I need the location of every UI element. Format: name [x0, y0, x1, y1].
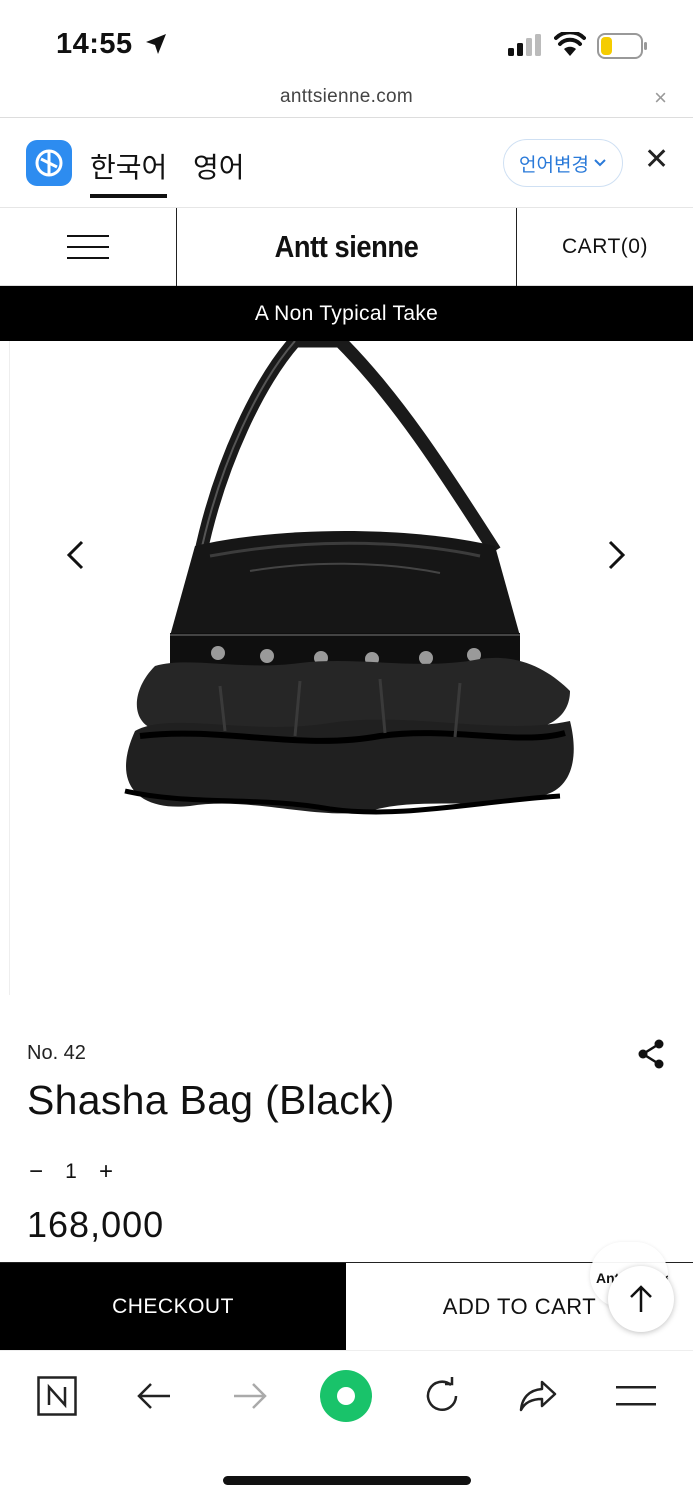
quantity-stepper: − 1 +	[25, 1158, 117, 1186]
tagline-banner: A Non Typical Take	[0, 286, 693, 341]
quantity-value[interactable]: 1	[47, 1160, 95, 1184]
share-icon[interactable]	[637, 1039, 665, 1069]
green-dot-icon	[320, 1370, 372, 1422]
url-text: anttsienne.com	[279, 86, 414, 107]
green-dot-button[interactable]	[316, 1370, 376, 1422]
close-page-icon[interactable]: ×	[654, 85, 667, 111]
home-indicator[interactable]	[223, 1476, 471, 1485]
address-bar[interactable]: anttsienne.com ×	[0, 80, 693, 118]
product-title: Shasha Bag (Black)	[27, 1077, 395, 1123]
menu-lines-icon	[616, 1386, 656, 1406]
previous-image-arrow-icon[interactable]	[62, 539, 90, 571]
tab-korean[interactable]: 한국어	[90, 146, 168, 198]
scroll-to-top-button[interactable]	[608, 1266, 674, 1332]
location-arrow-icon	[146, 34, 166, 54]
close-translate-icon[interactable]: ✕	[644, 145, 669, 175]
product-gallery	[0, 341, 693, 995]
change-language-label: 언어변경	[519, 154, 589, 176]
forward-button[interactable]	[220, 1371, 280, 1421]
arrow-up-icon	[630, 1285, 652, 1312]
back-button[interactable]	[124, 1371, 184, 1421]
checkout-button[interactable]: CHECKOUT	[0, 1263, 346, 1351]
naver-n-icon	[37, 1376, 77, 1416]
next-image-arrow-icon[interactable]	[602, 539, 630, 571]
share-arrow-icon	[519, 1380, 557, 1412]
product-image[interactable]	[100, 341, 593, 831]
quantity-increase-button[interactable]: +	[95, 1158, 117, 1186]
forward-arrow-icon	[234, 1383, 267, 1409]
translate-bar: 한국어 영어 언어변경 ✕	[0, 118, 693, 208]
share-page-button[interactable]	[508, 1371, 568, 1421]
site-header: Antt sienne CART(0)	[0, 208, 693, 286]
wifi-icon	[554, 32, 586, 56]
hamburger-menu-icon	[67, 235, 109, 259]
status-bar: 14:55	[0, 0, 693, 86]
menu-button[interactable]	[0, 208, 177, 286]
back-arrow-icon	[137, 1383, 170, 1409]
tab-english[interactable]: 영어	[193, 146, 245, 186]
cart-link[interactable]: CART(0)	[516, 208, 693, 286]
reload-button[interactable]	[412, 1371, 472, 1421]
site-logo[interactable]: Antt sienne	[197, 208, 495, 286]
browser-menu-button[interactable]	[606, 1371, 666, 1421]
chevron-down-icon	[594, 159, 606, 167]
naver-home-button[interactable]	[27, 1371, 87, 1421]
change-language-button[interactable]: 언어변경	[503, 139, 623, 187]
cellular-signal-icon	[508, 34, 541, 56]
reload-icon	[426, 1377, 458, 1411]
product-price: 168,000	[27, 1204, 165, 1245]
status-time: 14:55	[56, 28, 133, 60]
product-number: No. 42	[27, 1042, 86, 1064]
battery-icon	[597, 33, 647, 59]
papago-translate-icon	[26, 140, 72, 186]
gallery-divider	[9, 341, 10, 995]
quantity-decrease-button[interactable]: −	[25, 1158, 47, 1186]
